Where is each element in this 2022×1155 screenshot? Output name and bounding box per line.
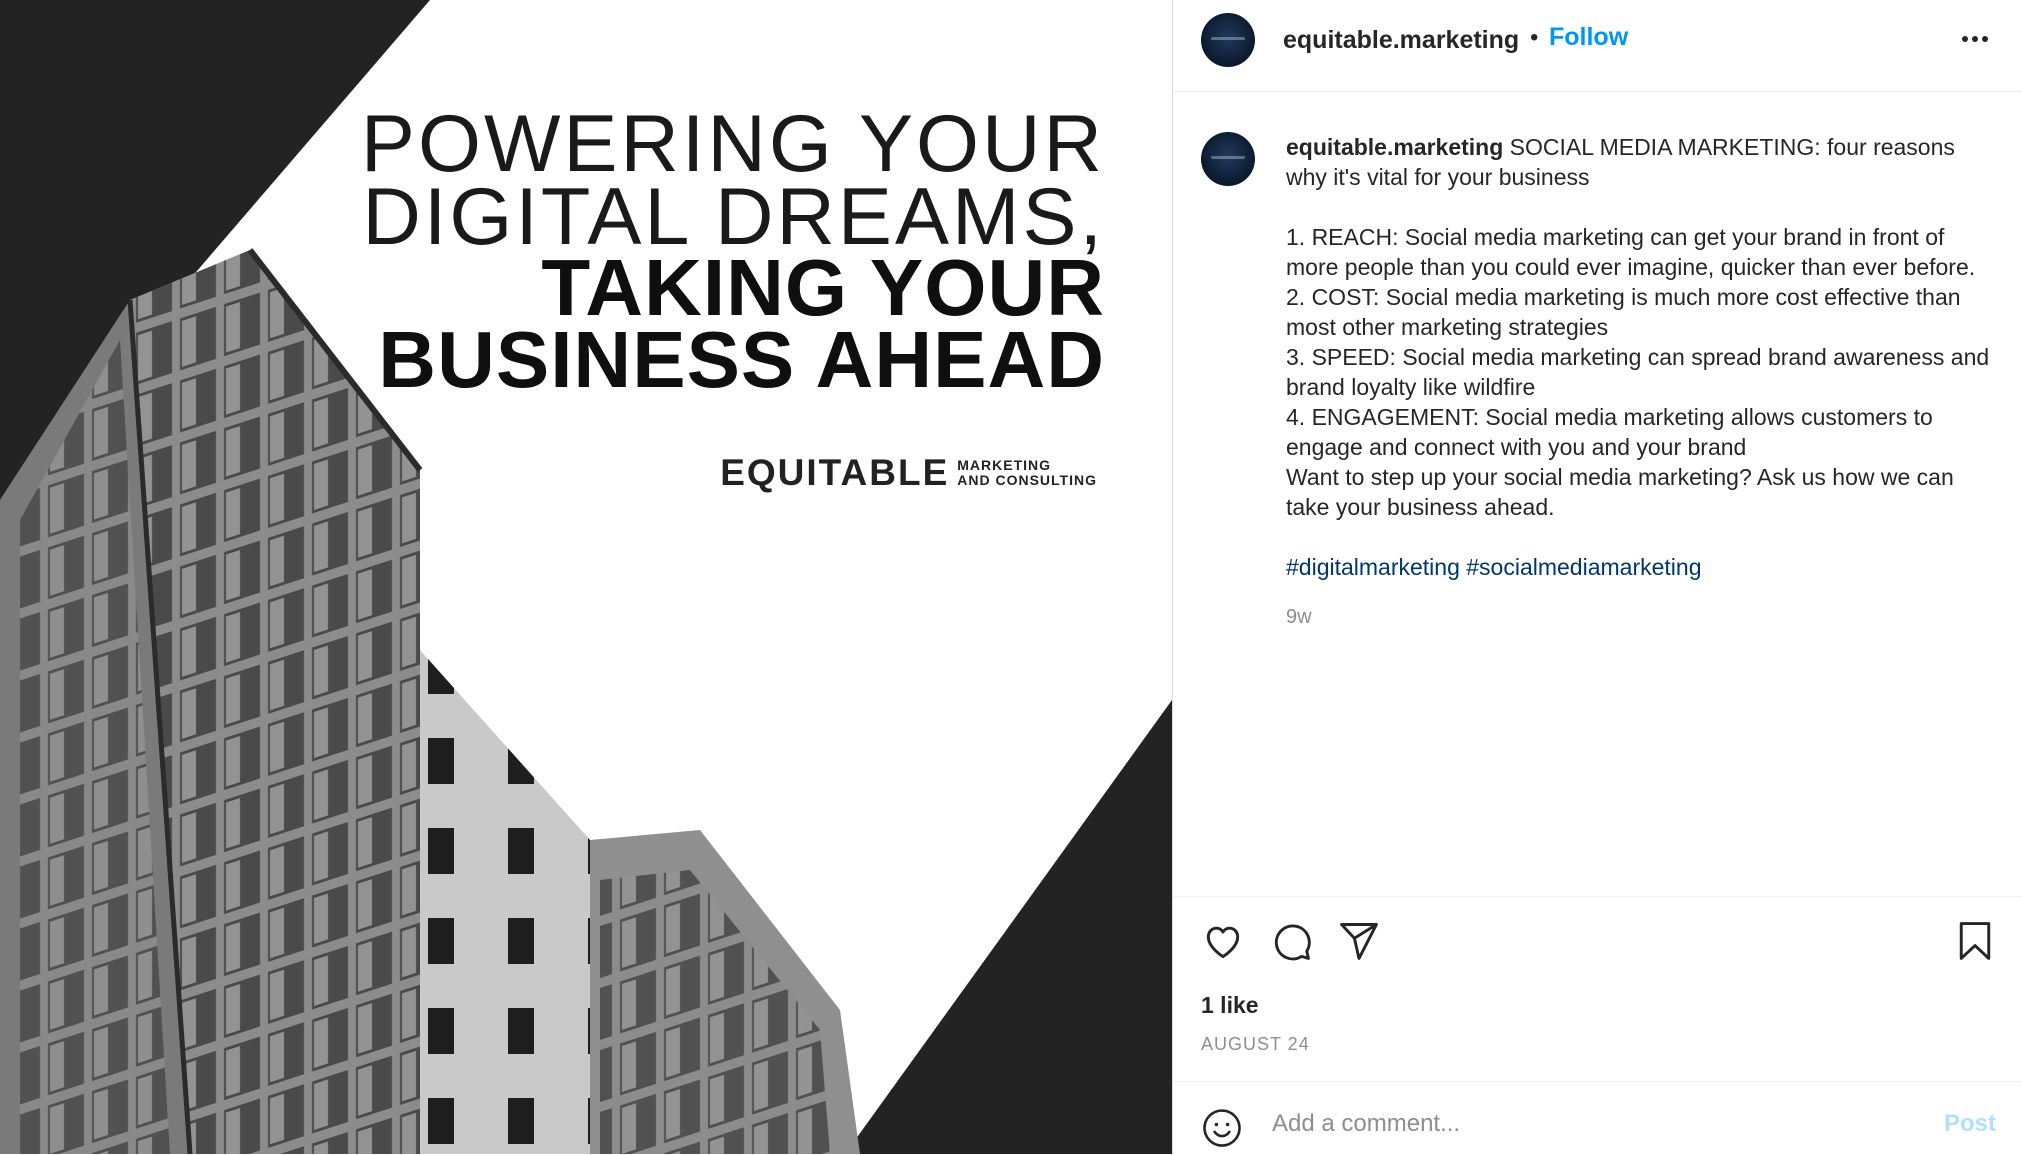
caption-avatar[interactable] bbox=[1201, 132, 1255, 186]
bookmark-icon[interactable] bbox=[1953, 919, 1997, 963]
post-header: equitable.marketing • Follow bbox=[1173, 0, 2022, 92]
post-date[interactable]: AUGUST 24 bbox=[1201, 1034, 1310, 1055]
comment-input[interactable] bbox=[1270, 1103, 1894, 1145]
headline-bold-line: TAKING YOUR bbox=[541, 243, 1105, 332]
caption-point: 1. REACH: Social media marketing can get… bbox=[1286, 224, 1976, 280]
headline-bold-line: BUSINESS AHEAD bbox=[378, 315, 1105, 404]
caption-point: 4. ENGAGEMENT: Social media marketing al… bbox=[1286, 404, 1933, 460]
caption-section: equitable.marketing SOCIAL MEDIA MARKETI… bbox=[1173, 92, 2022, 896]
like-count[interactable]: 1 like bbox=[1201, 992, 1259, 1019]
brand-subtitle: MARKETING AND CONSULTING bbox=[957, 458, 1097, 488]
caption-timestamp[interactable]: 9w bbox=[1286, 602, 1996, 632]
avatar[interactable] bbox=[1201, 13, 1255, 67]
headline-thin: POWERING YOUR DIGITAL DREAMS, bbox=[360, 99, 1105, 258]
brand-subtitle-line: AND CONSULTING bbox=[957, 472, 1097, 488]
caption-point: 2. COST: Social media marketing is much … bbox=[1286, 284, 1961, 340]
post-side-panel: equitable.marketing • Follow equitable.m… bbox=[1173, 0, 2022, 1154]
caption-point: 3. SPEED: Social media marketing can spr… bbox=[1286, 344, 1990, 400]
emoji-icon[interactable] bbox=[1201, 1107, 1243, 1149]
headline-bold: TAKING YOUR BUSINESS AHEAD bbox=[378, 243, 1105, 404]
more-options-icon[interactable] bbox=[1962, 36, 1988, 42]
post-comment-button[interactable]: Post bbox=[1944, 1110, 1996, 1138]
post-image[interactable]: POWERING YOUR DIGITAL DREAMS, TAKING YOU… bbox=[0, 0, 1172, 1154]
comment-icon[interactable] bbox=[1269, 919, 1313, 963]
caption-username-link[interactable]: equitable.marketing bbox=[1286, 134, 1503, 160]
header-username-link[interactable]: equitable.marketing bbox=[1283, 26, 1519, 55]
headline-thin-line: POWERING YOUR bbox=[360, 99, 1105, 189]
brand-logo: EQUITABLE MARKETING AND CONSULTING bbox=[720, 452, 1097, 494]
caption-text: equitable.marketing SOCIAL MEDIA MARKETI… bbox=[1286, 132, 1996, 632]
action-bar: 1 like AUGUST 24 bbox=[1173, 896, 2022, 1082]
hashtag-link[interactable]: #socialmediamarketing bbox=[1466, 554, 1701, 580]
brand-subtitle-line: MARKETING bbox=[957, 457, 1052, 473]
follow-button[interactable]: Follow bbox=[1549, 23, 1628, 52]
share-icon[interactable] bbox=[1337, 919, 1381, 963]
heart-icon[interactable] bbox=[1201, 919, 1245, 963]
separator-dot: • bbox=[1530, 24, 1539, 51]
hashtag-link[interactable]: #digitalmarketing bbox=[1286, 554, 1460, 580]
brand-name: EQUITABLE bbox=[720, 452, 950, 493]
comment-bar: Post bbox=[1173, 1081, 2022, 1155]
caption-cta: Want to step up your social media market… bbox=[1286, 464, 1954, 520]
